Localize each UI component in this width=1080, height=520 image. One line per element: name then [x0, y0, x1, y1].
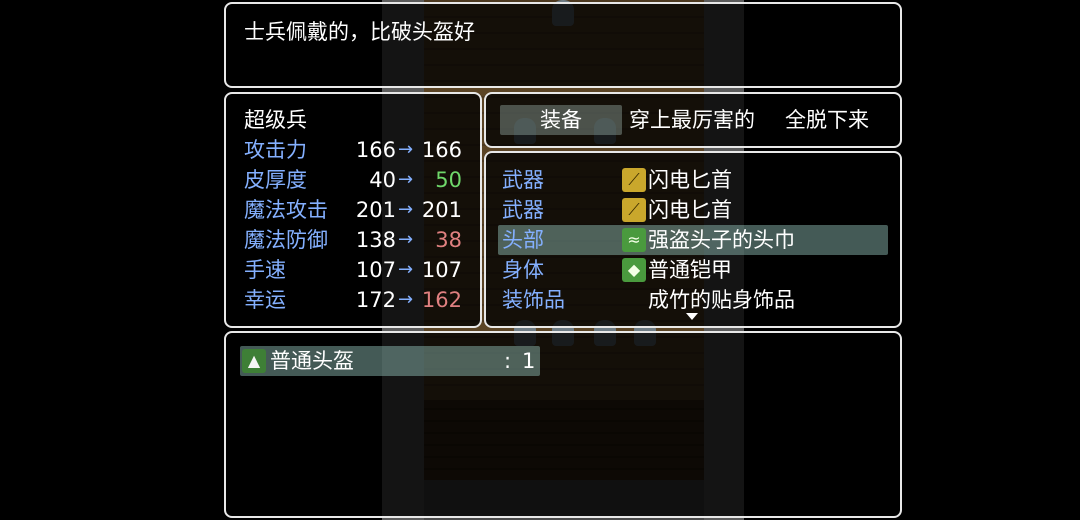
param-new: 38: [435, 228, 462, 252]
item-description: 士兵佩戴的，比破头盔好: [244, 20, 475, 44]
bandana-icon: ≈: [622, 228, 646, 252]
dagger-icon: ⟋: [622, 198, 646, 222]
param-current: 138: [355, 228, 396, 252]
arrow-icon: →: [398, 139, 414, 160]
slot-item: 闪电匕首: [648, 168, 732, 192]
param-current: 107: [355, 258, 396, 282]
command-equip[interactable]: 装备: [500, 105, 622, 135]
status-window: 超级兵 攻击力 166 → 166 皮厚度 40 → 50 魔法攻击 201 →…: [224, 92, 482, 328]
slot-item: 普通铠甲: [648, 258, 732, 282]
param-label: 手速: [244, 258, 286, 282]
command-window: 装备 穿上最厉害的 全脱下来: [484, 92, 902, 148]
item-name: 普通头盔: [270, 349, 354, 373]
arrow-icon: →: [398, 259, 414, 280]
command-clear[interactable]: 全脱下来: [762, 105, 892, 135]
param-current: 172: [355, 288, 396, 312]
command-optimize[interactable]: 穿上最厉害的: [626, 105, 758, 135]
param-new: 50: [435, 168, 462, 192]
actor-name: 超级兵: [244, 108, 307, 132]
armor-icon: ◆: [622, 258, 646, 282]
param-new: 166: [421, 138, 462, 162]
slot-item: 成竹的贴身饰品: [648, 288, 795, 312]
param-current: 40: [369, 168, 396, 192]
arrow-icon: →: [398, 199, 414, 220]
slot-type: 武器: [502, 168, 544, 192]
param-label: 魔法攻击: [244, 198, 328, 222]
param-current: 166: [355, 138, 396, 162]
slot-type: 武器: [502, 198, 544, 222]
dagger-icon: ⟋: [622, 168, 646, 192]
help-window: 士兵佩戴的，比破头盔好: [224, 2, 902, 88]
param-new: 201: [421, 198, 462, 222]
arrow-icon: →: [398, 289, 414, 310]
item-count: 1: [522, 349, 536, 373]
slot-type: 头部: [502, 228, 544, 252]
slot-type: 身体: [502, 258, 544, 282]
param-label: 魔法防御: [244, 228, 328, 252]
item-count-separator: :: [504, 349, 512, 373]
slot-type: 装饰品: [502, 288, 565, 312]
param-current: 201: [355, 198, 396, 222]
param-label: 皮厚度: [244, 168, 307, 192]
helmet-icon: ▲: [242, 349, 266, 373]
slot-item: 强盗头子的头巾: [648, 228, 795, 252]
scroll-down-icon[interactable]: [686, 313, 698, 320]
arrow-icon: →: [398, 229, 414, 250]
arrow-icon: →: [398, 169, 414, 190]
item-list-window: ▲ 普通头盔 : 1: [224, 331, 902, 518]
param-new: 107: [421, 258, 462, 282]
param-new: 162: [421, 288, 462, 312]
slot-item: 闪电匕首: [648, 198, 732, 222]
param-label: 幸运: [244, 288, 286, 312]
param-label: 攻击力: [244, 138, 307, 162]
equip-slot-window: 武器 ⟋ 闪电匕首 武器 ⟋ 闪电匕首 头部 ≈ 强盗头子的头巾 身体 ◆ 普通…: [484, 151, 902, 328]
